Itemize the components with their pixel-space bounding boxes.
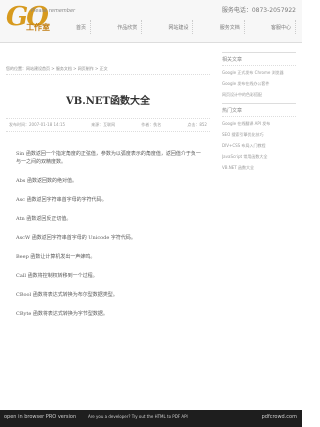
sidebar-heading: 热门文章	[222, 107, 296, 117]
article-paragraph: Abs 函数返回数的绝对值。	[16, 178, 77, 184]
site-logo[interactable]: GO Please remember 工作室	[6, 2, 75, 38]
main-nav: 首页 作品欣赏 网站建设 服务文档 客服中心	[72, 20, 296, 34]
meta-source: 来源：互联网	[91, 122, 116, 127]
article-paragraph: AscW 函数返回字符串首字母的 Unicode 字符代码。	[16, 235, 136, 241]
pdf-footer-bar: open in browser PRO version Are you a de…	[0, 410, 302, 427]
sidebar-link[interactable]: SEO 搜索引擎优化技巧	[222, 132, 296, 138]
sidebar-link[interactable]: 网页设计中的色彩搭配	[222, 92, 296, 98]
service-phone: 服务电话：0873-2057922	[221, 7, 296, 14]
nav-item-home[interactable]: 首页	[72, 20, 92, 34]
nav-item-website[interactable]: 网站建设	[164, 20, 194, 34]
article-paragraph: Call 函数将控制权转移到一个过程。	[16, 273, 98, 279]
open-in-browser-link[interactable]: open in browser PRO version	[4, 414, 76, 420]
logo-name: 工作室	[26, 23, 50, 32]
sidebar-link[interactable]: DIV+CSS 布局入门教程	[222, 143, 296, 149]
nav-item-docs[interactable]: 服务文档	[216, 20, 245, 34]
meta-author: 作者：佚名	[141, 122, 162, 127]
article-body: Sin 函数返回一个指定角度的正弦值，参数为以弧度表示的角度值，返回值介于负一与…	[16, 150, 204, 329]
developer-promo[interactable]: Are you a developer? Try out the HTML to…	[88, 414, 188, 419]
logo-slogan: Please remember	[31, 8, 76, 14]
sidebar-heading: 相关文章	[222, 56, 296, 66]
pdfcrowd-link[interactable]: pdfcrowd.com	[262, 414, 297, 420]
sidebar-link[interactable]: Google 在线翻译 API 发布	[222, 121, 296, 127]
article-paragraph: Beep 函数让计算机发出一声蜂鸣。	[16, 254, 96, 260]
article-paragraph: Sin 函数返回一个指定角度的正弦值，参数为以弧度表示的角度值，返回值介于负一与…	[16, 151, 201, 165]
meta-publish-time: 发布时间：2007-01-18 14:15	[9, 122, 66, 127]
sidebar-link[interactable]: Google 正式发布 Chrome 浏览器	[222, 70, 296, 76]
article-paragraph: Asc 函数返回字符串首字母的字符代码。	[16, 197, 107, 203]
header-bar: GO Please remember 工作室 服务电话：0873-2057922…	[0, 0, 302, 43]
sidebar-related: 相关文章 Google 正式发布 Chrome 浏览器 Google 发布在线办…	[222, 52, 296, 98]
sidebar-link[interactable]: VB.NET 函数大全	[222, 165, 296, 171]
sidebar: 相关文章 Google 正式发布 Chrome 浏览器 Google 发布在线办…	[222, 52, 296, 176]
article-meta: 发布时间：2007-01-18 14:15 来源：互联网 作者：佚名 点击：85…	[6, 118, 210, 132]
article-paragraph: CBool 函数将表达式转换为布尔型数据类型。	[16, 292, 118, 298]
article-paragraph: CByte 函数将表达式转换为字节型数据。	[16, 311, 108, 317]
sidebar-link[interactable]: Google 发布在线办公套件	[222, 81, 296, 87]
sidebar-link[interactable]: JavaScript 常用函数大全	[222, 154, 296, 160]
sidebar-popular: 热门文章 Google 在线翻译 API 发布 SEO 搜索引擎优化技巧 DIV…	[222, 103, 296, 171]
article-title: VB.NET函数大全	[66, 96, 150, 107]
meta-views: 点击：852	[187, 122, 207, 127]
breadcrumb[interactable]: 您的位置：网站建设首页 > 服务文档 > 网页制作 > 正文	[6, 66, 210, 75]
article-paragraph: Atn 函数返回反正切值。	[16, 216, 72, 222]
nav-item-works[interactable]: 作品欣赏	[113, 20, 143, 34]
nav-item-support[interactable]: 客服中心	[267, 20, 296, 34]
